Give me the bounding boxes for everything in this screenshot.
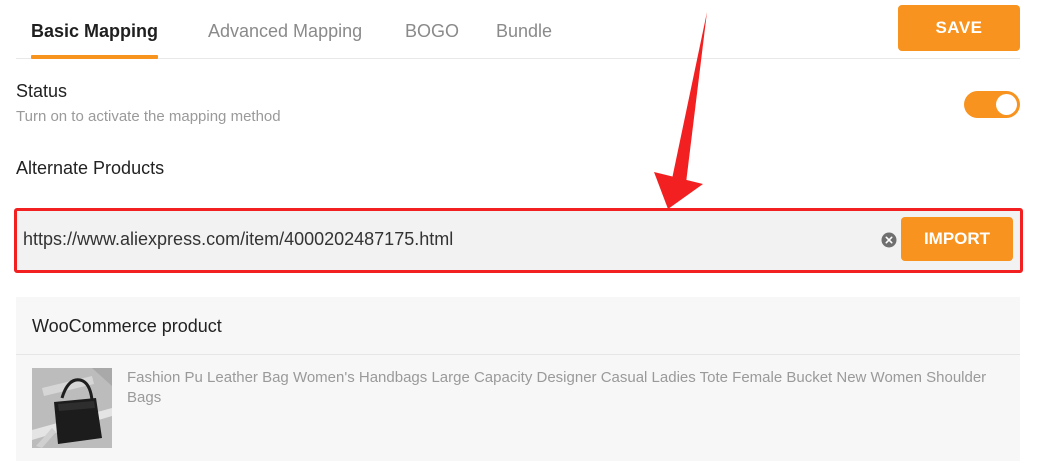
import-url-input[interactable] <box>23 217 883 261</box>
alternate-products-title: Alternate Products <box>16 158 165 178</box>
woocommerce-title: WooCommerce product <box>32 316 222 336</box>
status-title: Status <box>16 81 68 101</box>
tab-bundle[interactable]: Bundle <box>496 0 552 58</box>
status-toggle[interactable] <box>964 91 1020 118</box>
clear-icon[interactable] <box>881 232 897 248</box>
mapping-tabs: Basic Mapping Advanced Mapping BOGO Bund… <box>16 0 1020 59</box>
status-subtitle: Turn on to activate the mapping method <box>16 108 281 125</box>
handbag-image-icon <box>32 368 112 448</box>
import-url-box: IMPORT <box>14 208 1023 273</box>
tab-bogo[interactable]: BOGO <box>405 0 459 58</box>
toggle-knob <box>996 94 1017 115</box>
woocommerce-product-panel: WooCommerce product Fashion Pu Leather B… <box>16 297 1020 461</box>
product-thumbnail <box>32 368 112 448</box>
woocommerce-header: WooCommerce product <box>16 297 1020 355</box>
tab-advanced-mapping[interactable]: Advanced Mapping <box>208 0 362 58</box>
product-title: Fashion Pu Leather Bag Women's Handbags … <box>127 369 987 406</box>
import-button[interactable]: IMPORT <box>901 217 1013 261</box>
tab-basic-mapping[interactable]: Basic Mapping <box>31 0 159 59</box>
save-button[interactable]: SAVE <box>898 5 1020 51</box>
